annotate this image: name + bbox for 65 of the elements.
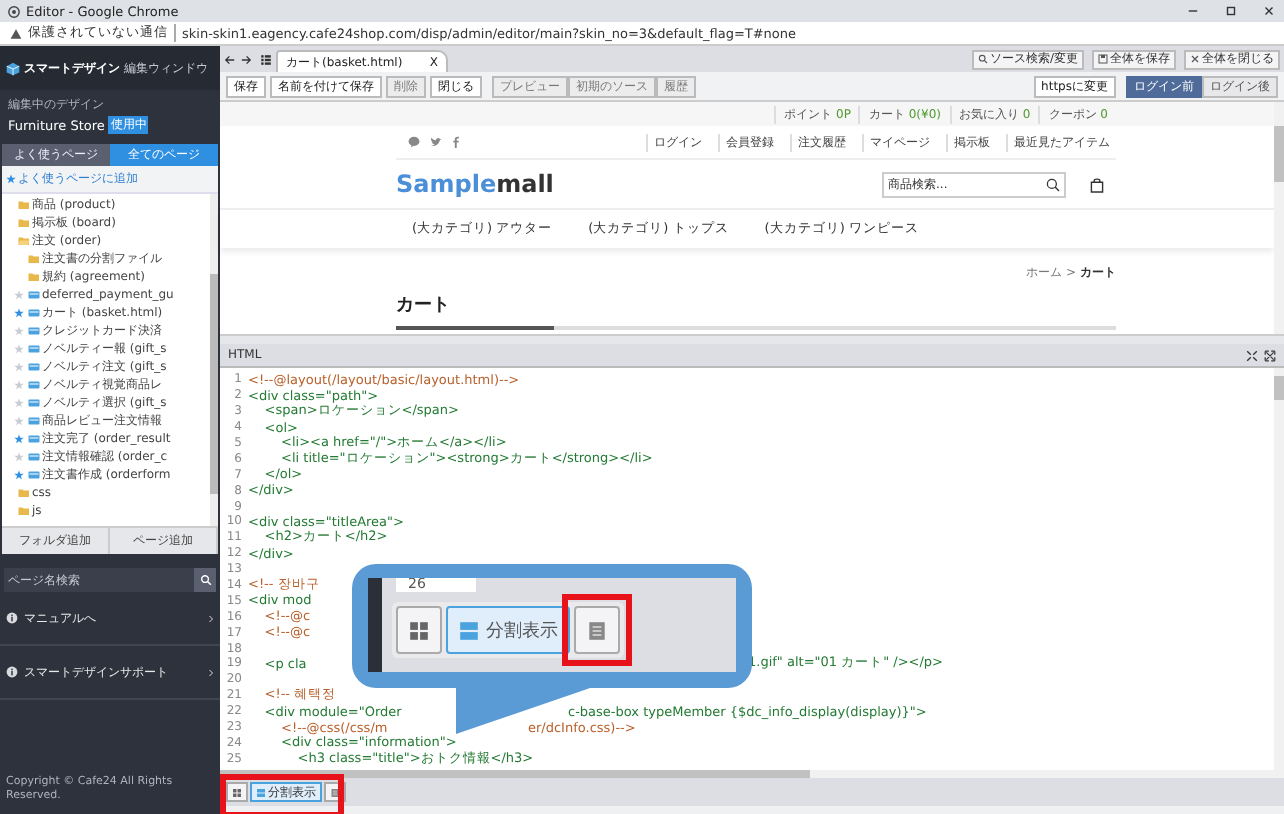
highlight-box bbox=[562, 594, 632, 666]
file-icon bbox=[28, 362, 40, 372]
info-icon bbox=[6, 666, 18, 678]
back-arrow-icon[interactable] bbox=[224, 54, 236, 66]
chevron-icon bbox=[208, 667, 214, 677]
outline-star-icon[interactable] bbox=[14, 398, 24, 408]
file-icon bbox=[28, 344, 40, 354]
outline-star-icon[interactable] bbox=[14, 380, 24, 390]
info-icon bbox=[6, 612, 18, 624]
chat-bubble-icon[interactable] bbox=[408, 136, 420, 148]
filled-star-icon[interactable] bbox=[14, 308, 24, 318]
scrollbar-thumb[interactable] bbox=[1274, 376, 1284, 400]
grid-icon bbox=[232, 787, 242, 797]
outline-star-icon[interactable] bbox=[14, 452, 24, 462]
document-icon bbox=[586, 619, 608, 641]
search-icon bbox=[977, 54, 988, 64]
cube-icon bbox=[6, 61, 20, 75]
split-rows-icon bbox=[458, 619, 480, 641]
page-title: カート bbox=[396, 294, 452, 318]
file-icon bbox=[28, 380, 40, 390]
file-icon bbox=[28, 308, 40, 318]
filled-star-icon[interactable] bbox=[14, 470, 24, 480]
outline-star-icon[interactable] bbox=[14, 362, 24, 372]
file-icon bbox=[28, 452, 40, 462]
browser-logo-icon bbox=[8, 5, 20, 17]
search-button[interactable] bbox=[194, 568, 216, 592]
split-view-button[interactable]: 分割表示 bbox=[446, 606, 570, 654]
file-icon bbox=[28, 416, 40, 426]
minimize-icon[interactable] bbox=[1186, 4, 1200, 18]
zoomed-sidebar bbox=[368, 578, 382, 672]
expand-icon[interactable] bbox=[1264, 349, 1276, 361]
file-icon bbox=[28, 290, 40, 300]
warning-icon bbox=[10, 27, 22, 39]
file-icon bbox=[28, 470, 40, 480]
grid-view-button[interactable] bbox=[226, 782, 248, 802]
save-icon bbox=[1098, 54, 1108, 64]
star-icon bbox=[6, 174, 16, 184]
filled-star-icon[interactable] bbox=[14, 434, 24, 444]
maximize-icon[interactable] bbox=[1224, 4, 1238, 18]
bird-icon[interactable] bbox=[430, 136, 442, 148]
scrollbar-thumb[interactable] bbox=[210, 274, 218, 494]
split-rows-icon bbox=[256, 787, 266, 797]
scrollbar-thumb[interactable] bbox=[220, 770, 810, 778]
outline-star-icon[interactable] bbox=[14, 326, 24, 336]
outline-star-icon[interactable] bbox=[14, 290, 24, 300]
document-icon bbox=[330, 787, 340, 797]
scrollbar-thumb[interactable] bbox=[1274, 126, 1284, 182]
forward-arrow-icon[interactable] bbox=[240, 54, 252, 66]
search-icon[interactable] bbox=[1046, 177, 1060, 191]
grid-icon bbox=[408, 619, 430, 641]
close-icon bbox=[1190, 54, 1200, 64]
chevron-icon bbox=[208, 613, 214, 623]
grid-view-button[interactable] bbox=[396, 606, 442, 654]
file-icon bbox=[28, 398, 40, 408]
shopping-bag-icon[interactable] bbox=[1090, 175, 1104, 193]
close-icon[interactable] bbox=[1262, 4, 1276, 18]
file-icon bbox=[28, 326, 40, 336]
store-logo[interactable]: Samplemall bbox=[396, 170, 554, 198]
outline-star-icon[interactable] bbox=[14, 344, 24, 354]
outline-star-icon[interactable] bbox=[14, 416, 24, 426]
list-icon[interactable] bbox=[260, 54, 272, 66]
file-icon bbox=[28, 434, 40, 444]
single-view-button[interactable] bbox=[574, 606, 620, 654]
f-logo-icon[interactable] bbox=[452, 136, 460, 148]
collapse-icon[interactable] bbox=[1246, 349, 1258, 361]
